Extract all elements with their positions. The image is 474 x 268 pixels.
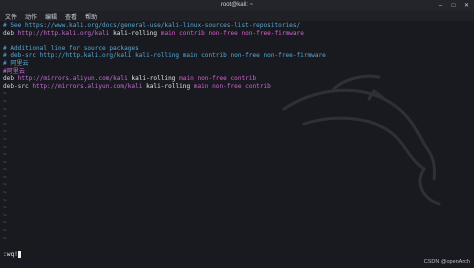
buffer-line: deb http://http.kali.org/kali kali-rolli… (3, 29, 304, 37)
tilde-line: ~ (3, 173, 7, 181)
window-controls: – □ ✕ (436, 1, 471, 10)
tilde-line: ~ (3, 234, 7, 242)
tilde-line: ~ (3, 181, 7, 189)
buffer-line-empty (3, 37, 326, 45)
tilde-line: ~ (3, 90, 7, 98)
minimize-icon[interactable]: – (436, 1, 445, 10)
text-cursor (17, 251, 21, 258)
tilde-line: ~ (3, 97, 7, 105)
maximize-icon[interactable]: □ (449, 1, 458, 10)
tilde-line: ~ (3, 143, 7, 151)
tilde-line: ~ (3, 158, 7, 166)
tilde-line: ~ (3, 128, 7, 136)
menu-help[interactable]: 帮助 (85, 12, 97, 21)
tilde-line: ~ (3, 196, 7, 204)
buffer-line: # See https://www.kali.org/docs/general-… (3, 22, 301, 29)
close-icon[interactable]: ✕ (462, 1, 471, 10)
tilde-line: ~ (3, 105, 7, 113)
tilde-line: ~ (3, 166, 7, 174)
buffer-line: #阿里云 (3, 67, 25, 75)
tilde-line: ~ (3, 113, 7, 121)
buffer-line: deb-src http://mirrors.aliyun.com/kali k… (3, 82, 271, 90)
tilde-line: ~ (3, 120, 7, 128)
tilde-line: ~ (3, 227, 7, 235)
buffer-lines: # See https://www.kali.org/docs/general-… (3, 22, 326, 242)
watermark: CSDN @openArch (423, 259, 470, 265)
tilde-line: ~ (3, 211, 7, 219)
vim-command-line[interactable]: :wq! (3, 250, 21, 259)
tilde-line: ~ (3, 204, 7, 212)
menu-bar: 文件 动作 编辑 查看 帮助 (0, 11, 474, 21)
menu-action[interactable]: 动作 (25, 12, 37, 21)
menu-view[interactable]: 查看 (65, 12, 77, 21)
tilde-line: ~ (3, 151, 7, 159)
vim-editor[interactable]: # See https://www.kali.org/docs/general-… (0, 21, 474, 247)
title-bar: root@kali: ~ – □ ✕ (0, 0, 474, 11)
window-title: root@kali: ~ (220, 2, 254, 8)
menu-edit[interactable]: 编辑 (45, 12, 57, 21)
tilde-line: ~ (3, 219, 7, 227)
tilde-line: ~ (3, 189, 7, 197)
buffer-line: # Additional line for source packages (3, 44, 139, 52)
buffer-line: # deb-src http://http.kali.org/kali kali… (3, 52, 326, 60)
terminal-window: root@kali: ~ – □ ✕ 文件 动作 编辑 查看 帮助 # See … (0, 0, 474, 268)
buffer-line: # 阿里云 (3, 59, 29, 67)
command-text: :wq! (3, 251, 18, 258)
tilde-line: ~ (3, 135, 7, 143)
buffer-line: deb http://mirrors.aliyun.com/kali kali-… (3, 75, 257, 83)
menu-file[interactable]: 文件 (5, 12, 17, 21)
